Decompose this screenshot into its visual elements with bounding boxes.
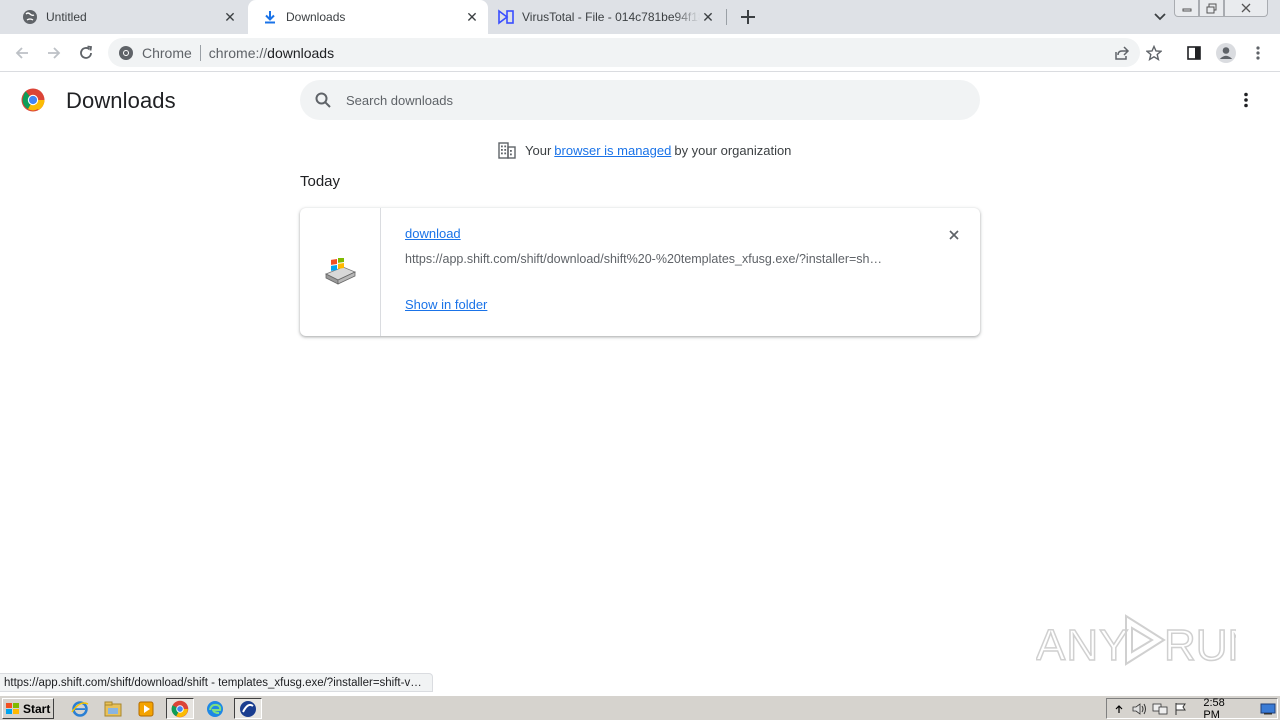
globe-icon	[22, 9, 38, 25]
downloads-header: Downloads	[0, 72, 1280, 128]
status-bubble: https://app.shift.com/shift/download/shi…	[0, 673, 433, 692]
folder-icon	[104, 701, 122, 716]
action-center-flag-icon[interactable]	[1172, 700, 1190, 718]
system-tray: 2:58 PM	[1106, 696, 1278, 721]
date-header: Today	[300, 173, 341, 190]
share-button[interactable]	[1108, 38, 1136, 67]
virustotal-icon	[498, 9, 514, 25]
chrome-icon	[171, 700, 189, 717]
search-box[interactable]	[300, 80, 980, 120]
reload-icon	[80, 45, 93, 59]
star-icon	[1146, 45, 1162, 61]
chevron-down-icon	[1154, 13, 1166, 21]
download-file-link[interactable]: download	[405, 226, 461, 241]
start-label: Start	[23, 701, 51, 716]
minimize-icon	[1182, 8, 1191, 12]
close-icon[interactable]: ✕	[700, 9, 716, 25]
tab-strip: Untitled ✕ Downloads ✕ VirusTotal - File…	[0, 0, 1280, 34]
side-panel-button[interactable]	[1180, 39, 1208, 67]
search-icon	[315, 92, 331, 108]
installer-file-icon	[325, 258, 356, 285]
windows-taskbar: Start 2:58 PM	[0, 695, 1280, 721]
tab-title: VirusTotal - File - 014c781be94f185a	[522, 10, 700, 24]
managed-link[interactable]: browser is managed	[554, 143, 671, 158]
app-globe-icon	[240, 700, 256, 717]
more-vert-icon	[1244, 92, 1248, 108]
tab-title: Untitled	[46, 10, 87, 24]
managed-suffix: by your organization	[674, 142, 792, 158]
new-tab-button[interactable]	[736, 5, 760, 29]
window-controls	[1174, 0, 1268, 18]
url-text: chrome://downloads	[209, 45, 334, 61]
play-icon	[1125, 614, 1166, 666]
clock: 2:58 PM	[1203, 696, 1225, 721]
tab-downloads[interactable]: Downloads ✕	[248, 0, 488, 34]
taskbar-explorer[interactable]	[101, 698, 125, 719]
page-menu-button[interactable]	[1236, 90, 1256, 110]
forward-button[interactable]	[40, 39, 68, 67]
arrow-left-icon	[15, 47, 28, 59]
side-panel-icon	[1187, 46, 1201, 60]
tab-title: Downloads	[286, 10, 346, 24]
close-icon[interactable]: ✕	[464, 9, 480, 25]
network-icon[interactable]	[1151, 700, 1169, 718]
omnibox-divider	[199, 44, 201, 61]
tab-virustotal[interactable]: VirusTotal - File - 014c781be94f185a ✕	[484, 0, 724, 34]
taskbar-edge[interactable]	[203, 698, 227, 719]
managed-prefix: Your	[525, 142, 552, 158]
origin-chip: Chrome	[142, 44, 192, 61]
windows-flag-icon	[6, 702, 19, 714]
download-source-url: https://app.shift.com/shift/download/shi…	[405, 252, 882, 266]
close-window-button[interactable]	[1224, 0, 1268, 17]
more-vert-icon	[1256, 46, 1260, 60]
plus-icon	[741, 10, 755, 24]
tab-search-button[interactable]	[1150, 7, 1170, 27]
bookmark-button[interactable]	[1140, 39, 1168, 67]
profile-button[interactable]	[1212, 39, 1240, 67]
tab-untitled[interactable]: Untitled ✕	[8, 0, 246, 34]
avatar-icon	[1216, 43, 1236, 63]
taskbar-ie[interactable]	[68, 698, 92, 719]
search-input[interactable]	[346, 92, 946, 108]
restore-icon	[1206, 3, 1217, 13]
browser-toolbar: Chrome chrome://downloads	[0, 34, 1280, 72]
close-icon	[949, 230, 959, 240]
show-in-folder-link[interactable]: Show in folder	[405, 297, 487, 312]
building-icon	[498, 142, 516, 159]
close-icon[interactable]: ✕	[222, 9, 238, 25]
taskbar-app[interactable]	[234, 698, 262, 719]
tab-divider	[726, 9, 727, 25]
download-item: download https://app.shift.com/shift/dow…	[300, 208, 980, 336]
watermark-text-any: ANY	[1036, 621, 1129, 670]
reload-button[interactable]	[72, 39, 100, 67]
file-icon-column	[300, 208, 381, 336]
arrow-right-icon	[48, 47, 61, 59]
chrome-site-icon	[119, 45, 133, 60]
volume-icon[interactable]	[1131, 700, 1149, 718]
media-player-icon	[138, 701, 154, 716]
close-icon	[1241, 3, 1251, 13]
taskbar-media-player[interactable]	[134, 698, 158, 719]
remove-download-button[interactable]	[944, 225, 964, 245]
managed-notice: Your browser is managed by your organiza…	[498, 140, 791, 160]
chrome-menu-button[interactable]	[1244, 39, 1272, 67]
anyrun-watermark: ANY RUN	[1036, 614, 1236, 671]
url-scheme: chrome://	[208, 44, 268, 61]
address-bar[interactable]: Chrome chrome://downloads	[108, 38, 1140, 67]
share-icon	[1115, 45, 1130, 60]
chrome-logo-icon	[21, 88, 45, 112]
start-button[interactable]: Start	[2, 698, 54, 719]
url-path: downloads	[267, 44, 335, 61]
taskbar-chrome[interactable]	[166, 698, 194, 719]
minimize-button[interactable]	[1174, 0, 1199, 17]
tray-expand-icon[interactable]	[1110, 700, 1128, 718]
show-desktop-icon[interactable]	[1259, 700, 1277, 718]
watermark-text-run: RUN	[1164, 621, 1236, 670]
back-button[interactable]	[8, 39, 36, 67]
restore-button[interactable]	[1199, 0, 1224, 17]
page-title: Downloads	[66, 88, 176, 113]
download-icon	[262, 9, 278, 25]
internet-explorer-icon	[71, 700, 89, 717]
edge-icon	[207, 700, 223, 717]
